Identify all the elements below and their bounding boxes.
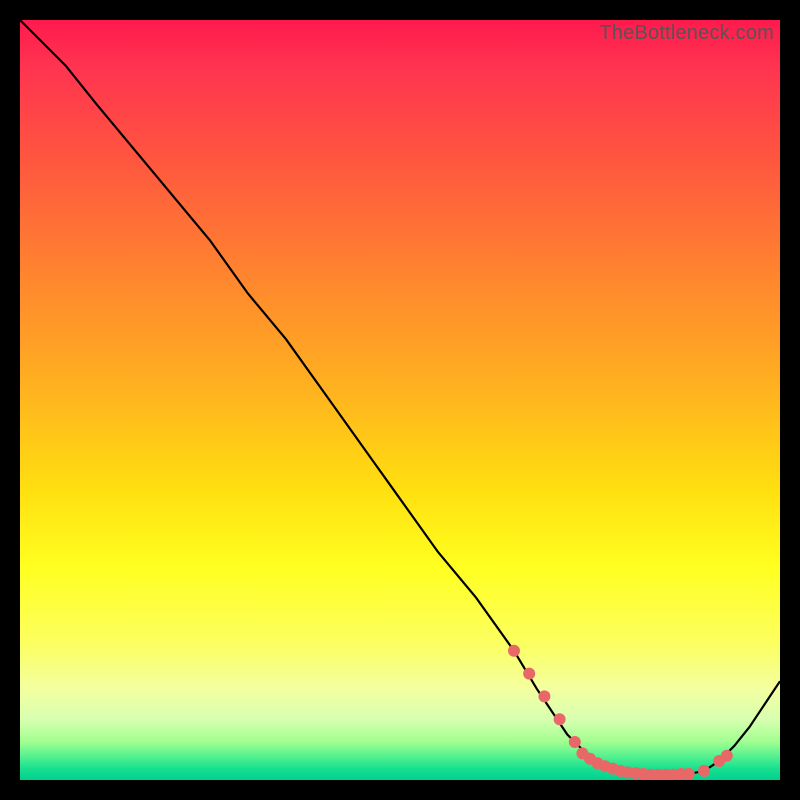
- chart-frame: TheBottleneck.com: [20, 20, 780, 780]
- bottleneck-curve: [20, 20, 780, 775]
- highlight-dot: [698, 765, 710, 777]
- highlight-dot: [538, 690, 550, 702]
- highlight-dot: [683, 768, 695, 780]
- highlight-dot: [569, 736, 581, 748]
- plot-svg: [20, 20, 780, 780]
- highlight-dot: [508, 645, 520, 657]
- highlight-dot: [523, 668, 535, 680]
- highlight-dot: [554, 713, 566, 725]
- watermark-text: TheBottleneck.com: [599, 22, 774, 45]
- highlight-dot: [721, 750, 733, 762]
- optimal-range-dots: [508, 645, 733, 780]
